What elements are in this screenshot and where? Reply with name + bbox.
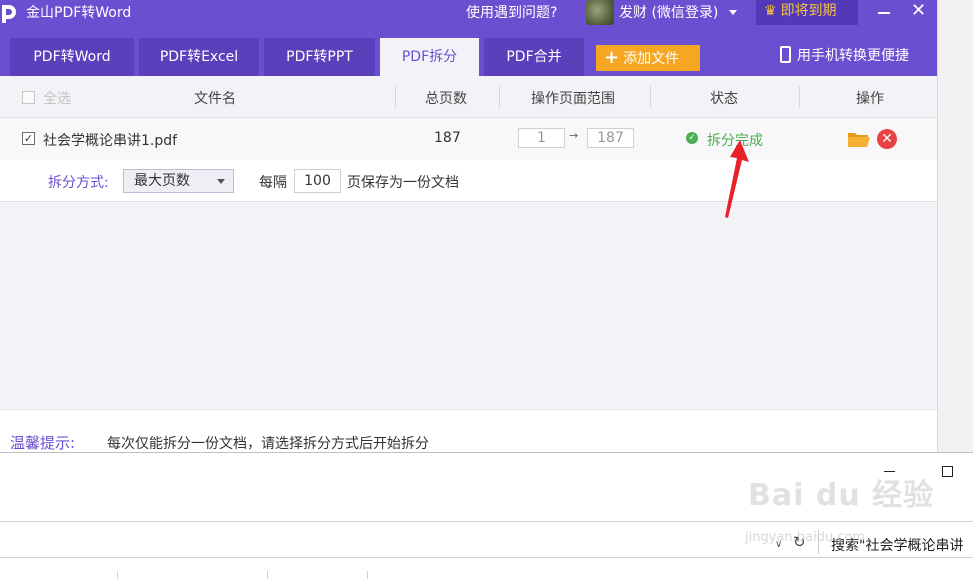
select-all-checkbox[interactable] xyxy=(22,91,35,104)
every-label: 每隔 xyxy=(259,175,287,191)
column-actions: 操作 xyxy=(856,91,884,107)
add-file-label: 添加文件 xyxy=(623,51,680,67)
column-divider xyxy=(395,86,396,108)
folder-icon[interactable] xyxy=(847,131,871,147)
app-logo-icon xyxy=(2,5,16,23)
close-button[interactable]: ✕ xyxy=(911,2,926,20)
watermark: Bai du 经验 xyxy=(748,478,935,513)
range-to-input[interactable]: 187 xyxy=(587,128,634,148)
column-divider xyxy=(799,86,800,108)
select-all-label: 全选 xyxy=(43,91,71,107)
split-mode-select[interactable]: 最大页数 xyxy=(123,169,234,193)
column-divider xyxy=(499,86,500,108)
range-from-input[interactable]: 1 xyxy=(518,128,565,148)
app-title: 金山PDF转Word xyxy=(26,5,132,21)
user-dropdown-icon[interactable] xyxy=(729,10,737,15)
delete-icon[interactable]: ✕ xyxy=(877,129,897,149)
table-row: ✓ 社会学概论串讲1.pdf 187 1 → 187 ✓ 拆分完成 ✕ xyxy=(0,118,937,160)
range-arrow-icon: → xyxy=(569,129,579,142)
annotation-arrow-icon xyxy=(725,140,749,218)
watermark-url: jingyan.baidu.com xyxy=(745,530,865,545)
column-divider xyxy=(650,86,651,108)
vip-label: 即将到期 xyxy=(780,3,837,19)
tab-pdf-to-word[interactable]: PDF转Word xyxy=(10,38,134,76)
column-status: 状态 xyxy=(710,91,738,107)
pdf-converter-window: 金山PDF转Word 使用遇到问题? 发财 (微信登录) ♛ 即将到期 ✕ PDF… xyxy=(0,0,937,452)
column-file-name: 文件名 xyxy=(194,91,236,107)
tab-pdf-to-ppt[interactable]: PDF转PPT xyxy=(264,38,375,76)
plus-icon: + xyxy=(604,47,620,68)
check-circle-icon: ✓ xyxy=(686,132,698,144)
help-link[interactable]: 使用遇到问题? xyxy=(466,4,557,22)
minimize-button[interactable] xyxy=(878,12,890,14)
chevron-down-icon xyxy=(217,179,225,184)
tip-text: 每次仅能拆分一份文档，请选择拆分方式后开始拆分 xyxy=(107,436,429,452)
tab-pdf-split[interactable]: PDF拆分 xyxy=(380,38,479,76)
add-file-button[interactable]: + 添加文件 xyxy=(596,45,700,71)
tab-bar: PDF转Word PDF转Excel PDF转PPT PDF拆分 PDF合并 +… xyxy=(0,28,937,76)
vip-status-button[interactable]: ♛ 即将到期 xyxy=(756,0,858,25)
row-checkbox[interactable]: ✓ xyxy=(22,132,35,145)
total-pages: 187 xyxy=(434,130,461,146)
user-name[interactable]: 发财 (微信登录) xyxy=(619,4,718,22)
split-mode-label: 拆分方式: xyxy=(48,175,109,191)
phone-icon xyxy=(780,46,791,63)
column-total-pages: 总页数 xyxy=(425,91,467,107)
split-mode-value: 最大页数 xyxy=(134,173,190,189)
phone-convert-link[interactable]: 用手机转换更便捷 xyxy=(780,46,909,66)
tip-bar: 温馨提示: 每次仅能拆分一份文档，请选择拆分方式后开始拆分 xyxy=(0,409,937,452)
crown-icon: ♛ xyxy=(764,3,777,19)
pages-per-file-suffix: 页保存为一份文档 xyxy=(347,175,459,191)
column-page-range: 操作页面范围 xyxy=(531,91,615,107)
title-bar: 金山PDF转Word 使用遇到问题? 发财 (微信登录) ♛ 即将到期 ✕ xyxy=(0,0,937,28)
phone-convert-label: 用手机转换更便捷 xyxy=(797,48,909,64)
toolbar-divider xyxy=(0,521,973,522)
avatar[interactable] xyxy=(586,0,614,25)
background-window-edge xyxy=(937,0,973,452)
file-name: 社会学概论串讲1.pdf xyxy=(43,133,178,149)
maximize-button[interactable] xyxy=(942,466,953,477)
table-header: 全选 文件名 总页数 操作页面范围 状态 操作 xyxy=(0,76,937,118)
tip-label: 温馨提示: xyxy=(10,434,76,452)
tab-pdf-merge[interactable]: PDF合并 xyxy=(484,38,584,76)
pages-per-file-input[interactable]: 100 xyxy=(294,169,341,193)
address-bar-divider xyxy=(0,557,973,558)
split-options: 拆分方式: 最大页数 每隔 100 页保存为一份文档 xyxy=(0,160,937,202)
tab-pdf-to-excel[interactable]: PDF转Excel xyxy=(139,38,259,76)
